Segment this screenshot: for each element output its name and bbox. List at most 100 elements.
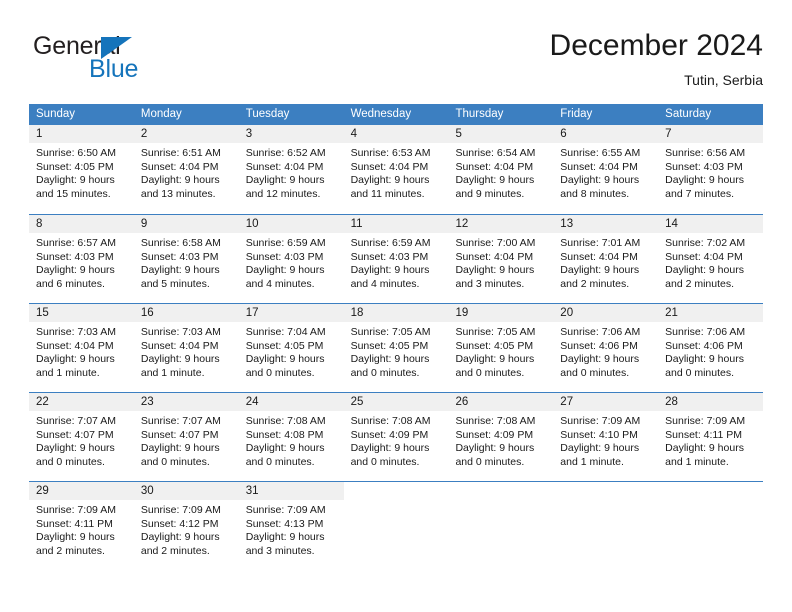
- day-detail-line: Sunrise: 7:09 AM: [36, 504, 116, 516]
- day-detail-line: Sunrise: 6:58 AM: [140, 237, 221, 249]
- calendar-day-cell[interactable]: 22 Sunrise: 7:07 AM Sunset: 4:07 PM Dayligh…: [29, 393, 134, 481]
- calendar-day-cell[interactable]: 25 Sunrise: 7:08 AM Sunset: 4:09 PM Dayligh…: [343, 393, 449, 481]
- day-number: 6: [560, 128, 567, 140]
- calendar-day-cell[interactable]: 11 Sunrise: 6:59 AM Sunset: 4:03 PM Dayligh…: [343, 215, 449, 303]
- calendar-day-cell[interactable]: 13 Sunrise: 7:01 AM Sunset: 4:04 PM Dayligh…: [553, 215, 659, 303]
- calendar-day-cell[interactable]: 12 Sunrise: 7:00 AM Sunset: 4:04 PM Dayligh…: [448, 215, 554, 303]
- calendar-day-cell[interactable]: 26 Sunrise: 7:08 AM Sunset: 4:09 PM Dayligh…: [448, 393, 554, 481]
- day-detail-line: and 4 minutes.: [245, 277, 315, 290]
- day-detail-line: and 0 minutes.: [350, 366, 420, 379]
- day-number: 3: [245, 128, 253, 140]
- calendar-day-cell[interactable]: 6 Sunrise: 6:55 AM Sunset: 4:04 PM Daylight…: [553, 125, 659, 214]
- day-detail-line: and 0 minutes.: [560, 366, 630, 379]
- day-detail-line: Sunset: 4:12 PM: [140, 517, 219, 530]
- day-number: 11: [350, 218, 363, 230]
- calendar-day-cell[interactable]: 1 Sunrise: 6:50 AM Sunset: 4:05 PM Daylight…: [29, 125, 134, 214]
- day-detail-line: Sunset: 4:04 PM: [350, 160, 429, 173]
- day-number: 19: [455, 307, 469, 319]
- calendar-day-cell[interactable]: 27 Sunrise: 7:09 AM Sunset: 4:10 PM Dayligh…: [553, 393, 659, 481]
- calendar-day-cell[interactable]: 21 Sunrise: 7:06 AM Sunset: 4:06 PM Dayligh…: [658, 304, 764, 392]
- day-detail-line: Sunrise: 7:02 AM: [665, 237, 746, 249]
- day-number-band: 30: [133, 482, 239, 500]
- page-header: General Blue December 2024 Tutin, Serbia: [29, 28, 763, 98]
- calendar-week-row: 22 Sunrise: 7:07 AM Sunset: 4:07 PM Dayligh…: [29, 392, 764, 481]
- calendar-day-cell[interactable]: 4 Sunrise: 6:53 AM Sunset: 4:04 PM Daylight…: [343, 125, 449, 214]
- calendar-day-cell-empty: [553, 482, 659, 570]
- calendar-day-cell[interactable]: 20 Sunrise: 7:06 AM Sunset: 4:06 PM Dayligh…: [553, 304, 659, 392]
- day-detail-line: Daylight: 9 hours: [665, 442, 744, 455]
- calendar-day-cell[interactable]: 18 Sunrise: 7:05 AM Sunset: 4:05 PM Dayligh…: [343, 304, 449, 392]
- day-number-band: 4: [343, 125, 449, 143]
- day-detail-line: Sunset: 4:04 PM: [245, 160, 324, 173]
- day-detail-line: Sunrise: 6:59 AM: [350, 237, 431, 249]
- calendar-day-cell[interactable]: 24 Sunrise: 7:08 AM Sunset: 4:08 PM Dayligh…: [238, 393, 344, 481]
- calendar-day-cell[interactable]: 30 Sunrise: 7:09 AM Sunset: 4:12 PM Dayligh…: [133, 482, 239, 570]
- day-detail-line: Sunset: 4:04 PM: [455, 250, 534, 263]
- day-detail-lines: Sunrise: 6:59 AM Sunset: 4:03 PM Daylight:…: [344, 233, 449, 291]
- calendar-day-cell[interactable]: 14 Sunrise: 7:02 AM Sunset: 4:04 PM Dayligh…: [658, 215, 764, 303]
- calendar-week-row: 1 Sunrise: 6:50 AM Sunset: 4:05 PM Daylight…: [29, 125, 764, 214]
- day-detail-line: Sunset: 4:04 PM: [455, 160, 534, 173]
- day-detail-line: Sunrise: 7:01 AM: [560, 237, 641, 249]
- day-number: 18: [350, 307, 364, 319]
- day-detail-line: Sunset: 4:04 PM: [560, 160, 638, 173]
- calendar-day-cell[interactable]: 17 Sunrise: 7:04 AM Sunset: 4:05 PM Dayligh…: [238, 304, 344, 392]
- day-detail-line: Sunrise: 6:54 AM: [455, 147, 536, 159]
- logo-text-blue: Blue: [89, 55, 139, 83]
- day-number-band: 29: [29, 482, 134, 500]
- day-number-band: 11: [343, 215, 449, 233]
- day-detail-line: Sunrise: 7:09 AM: [245, 504, 326, 516]
- calendar-day-cell[interactable]: 9 Sunrise: 6:58 AM Sunset: 4:03 PM Daylight…: [133, 215, 239, 303]
- day-detail-line: Daylight: 9 hours: [455, 174, 535, 187]
- day-detail-line: Daylight: 9 hours: [140, 264, 220, 277]
- calendar-day-cell[interactable]: 28 Sunrise: 7:09 AM Sunset: 4:11 PM Dayligh…: [658, 393, 764, 481]
- calendar-day-cell[interactable]: 10 Sunrise: 6:59 AM Sunset: 4:03 PM Dayligh…: [238, 215, 344, 303]
- calendar-day-cell[interactable]: 2 Sunrise: 6:51 AM Sunset: 4:04 PM Daylight…: [133, 125, 239, 214]
- day-number: 21: [665, 307, 678, 319]
- day-detail-line: Sunset: 4:04 PM: [36, 339, 114, 352]
- day-detail-lines: Sunrise: 7:00 AM Sunset: 4:04 PM Daylight:…: [448, 233, 553, 291]
- calendar-day-cell[interactable]: 29 Sunrise: 7:09 AM Sunset: 4:11 PM Dayligh…: [29, 482, 134, 570]
- weekday-header-wednesday: Wednesday: [350, 108, 412, 120]
- calendar-day-cell[interactable]: 31 Sunrise: 7:09 AM Sunset: 4:13 PM Dayligh…: [238, 482, 344, 570]
- day-number: 2: [140, 128, 148, 140]
- day-detail-line: Sunset: 4:04 PM: [140, 339, 219, 352]
- day-detail-line: Daylight: 9 hours: [245, 531, 325, 544]
- day-detail-line: and 1 minute.: [560, 455, 624, 468]
- day-number-band: 5: [448, 125, 554, 143]
- day-detail-line: Sunset: 4:08 PM: [245, 428, 324, 441]
- day-detail-lines: Sunrise: 6:59 AM Sunset: 4:03 PM Daylight:…: [239, 233, 344, 291]
- day-detail-line: Sunset: 4:05 PM: [350, 339, 429, 352]
- day-detail-lines: [553, 500, 658, 504]
- calendar-day-cell[interactable]: 5 Sunrise: 6:54 AM Sunset: 4:04 PM Daylight…: [448, 125, 554, 214]
- day-detail-lines: Sunrise: 6:54 AM Sunset: 4:04 PM Daylight:…: [448, 143, 553, 201]
- calendar-day-cell[interactable]: 3 Sunrise: 6:52 AM Sunset: 4:04 PM Daylight…: [238, 125, 344, 214]
- calendar-day-cell[interactable]: 8 Sunrise: 6:57 AM Sunset: 4:03 PM Daylight…: [29, 215, 134, 303]
- calendar-day-cell[interactable]: 19 Sunrise: 7:05 AM Sunset: 4:05 PM Dayligh…: [448, 304, 554, 392]
- day-detail-line: Sunrise: 7:07 AM: [140, 415, 221, 427]
- day-detail-line: and 2 minutes.: [140, 544, 210, 557]
- calendar-day-cell[interactable]: 16 Sunrise: 7:03 AM Sunset: 4:04 PM Dayligh…: [133, 304, 239, 392]
- day-number-band: 22: [29, 393, 134, 411]
- day-detail-line: Sunset: 4:06 PM: [665, 339, 743, 352]
- calendar-day-cell[interactable]: 23 Sunrise: 7:07 AM Sunset: 4:07 PM Dayligh…: [133, 393, 239, 481]
- day-detail-line: Sunset: 4:06 PM: [560, 339, 638, 352]
- day-detail-line: Sunset: 4:10 PM: [560, 428, 638, 441]
- general-blue-logo: General Blue: [29, 32, 199, 86]
- weekday-header-sunday: Sunday: [36, 108, 76, 120]
- day-detail-line: and 3 minutes.: [245, 544, 315, 557]
- location-label: Tutin, Serbia: [684, 72, 763, 88]
- calendar-day-cell[interactable]: 15 Sunrise: 7:03 AM Sunset: 4:04 PM Dayligh…: [29, 304, 134, 392]
- day-number-band: 10: [238, 215, 344, 233]
- day-number: 16: [140, 307, 154, 319]
- day-detail-line: and 11 minutes.: [350, 187, 425, 200]
- calendar-day-cell[interactable]: 7 Sunrise: 6:56 AM Sunset: 4:03 PM Daylight…: [658, 125, 764, 214]
- day-detail-line: Daylight: 9 hours: [245, 174, 325, 187]
- day-detail-lines: Sunrise: 7:03 AM Sunset: 4:04 PM Daylight:…: [29, 322, 134, 380]
- day-detail-line: Sunset: 4:05 PM: [455, 339, 534, 352]
- day-number-band: 24: [238, 393, 344, 411]
- day-detail-line: Sunrise: 7:03 AM: [36, 326, 116, 338]
- day-detail-lines: Sunrise: 7:09 AM Sunset: 4:10 PM Daylight:…: [553, 411, 658, 469]
- day-detail-line: Daylight: 9 hours: [560, 442, 640, 455]
- day-detail-line: Sunrise: 7:04 AM: [245, 326, 326, 338]
